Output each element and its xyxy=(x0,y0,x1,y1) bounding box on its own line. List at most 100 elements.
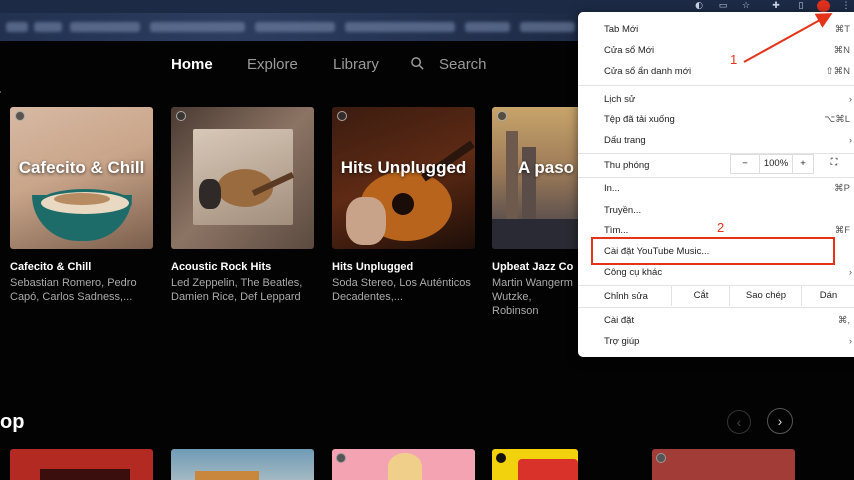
menu-item-new-tab[interactable]: Tab Mới ⌘T xyxy=(578,19,854,39)
menu-item-shortcut: ⌘P xyxy=(834,183,850,194)
menu-item-bookmarks[interactable]: Dấu trang › xyxy=(578,130,854,150)
playlist-card[interactable]: Hits Unplugged Hits Unplugged Soda Stere… xyxy=(332,107,475,304)
playlist-thumbnail[interactable] xyxy=(171,449,314,480)
annotation-highlight-box xyxy=(591,237,835,265)
menu-item-shortcut: ⌘F xyxy=(834,225,850,236)
menu-item-label: Cửa sổ ẩn danh mới xyxy=(604,66,692,77)
bookmark-item[interactable] xyxy=(520,22,575,32)
menu-item-label: Chỉnh sửa xyxy=(604,291,648,302)
bookmark-item[interactable] xyxy=(70,22,140,32)
radio-badge-icon xyxy=(656,453,666,463)
menu-item-label: Tệp đã tải xuống xyxy=(604,114,675,125)
playlist-thumbnail[interactable] xyxy=(332,449,475,480)
menu-item-label: Thu phóng xyxy=(604,160,650,171)
sidepanel-icon[interactable]: ▯ xyxy=(795,0,807,12)
playlist-card[interactable]: A paso jazz Upbeat Jazz Co Martin Wanger… xyxy=(492,107,578,318)
menu-item-label: Công cụ khác xyxy=(604,267,663,278)
bookmark-item[interactable] xyxy=(255,22,335,32)
card-title[interactable]: Acoustic Rock Hits xyxy=(171,261,314,273)
menu-item-history[interactable]: Lịch sử › xyxy=(578,89,854,109)
card-subtitle: Sebastian Romero, Pedro Capó, Carlos Sad… xyxy=(10,277,137,303)
chevron-right-icon: › xyxy=(848,267,852,278)
annotation-number-1: 1 xyxy=(730,52,738,67)
card-title[interactable]: Upbeat Jazz Co xyxy=(492,261,578,273)
top-nav: Home Explore Library Search xyxy=(0,41,578,87)
card-subtitle: Martin Wangerm Wutzke, Robinson xyxy=(492,277,573,317)
playlist-card[interactable]: Acoustic Rock Hits Led Zeppelin, The Bea… xyxy=(171,107,314,304)
playlist-thumbnail[interactable] xyxy=(10,449,153,480)
menu-item-cast[interactable]: Truyền... xyxy=(578,200,854,220)
menu-separator xyxy=(578,85,854,86)
carousel-next-button[interactable]: › xyxy=(767,408,793,434)
nav-library[interactable]: Library xyxy=(333,56,379,73)
menu-item-new-window[interactable]: Cửa sổ Mới ⌘N xyxy=(578,40,854,60)
zoom-out-button[interactable]: − xyxy=(730,154,760,174)
nav-home[interactable]: Home xyxy=(171,56,213,73)
menu-item-label: Cài đặt xyxy=(604,315,635,326)
menu-item-label: Dấu trang xyxy=(604,135,646,146)
radio-badge-icon xyxy=(496,453,506,463)
nav-explore[interactable]: Explore xyxy=(247,56,298,73)
card-subtitle: Soda Stereo, Los Auténticos Decadentes,.… xyxy=(332,277,471,303)
menu-item-edit: Chỉnh sửa Cắt Sao chép Dán xyxy=(578,286,854,306)
card-subtitle: Led Zeppelin, The Beatles, Damien Rice, … xyxy=(171,277,303,303)
cut-button[interactable]: Cắt xyxy=(671,286,730,306)
bookmark-item[interactable] xyxy=(34,22,62,32)
thumbnail-text: A paso jazz xyxy=(518,158,578,177)
bookmark-star-icon[interactable]: ☆ xyxy=(740,0,752,12)
menu-item-zoom: Thu phóng − 100% + ⛶ xyxy=(578,154,854,175)
menu-item-settings[interactable]: Cài đặt ⌘, xyxy=(578,310,854,330)
chevron-right-icon: › xyxy=(848,135,852,146)
section-title: op xyxy=(0,411,25,433)
menu-item-shortcut: ⌥⌘L xyxy=(824,114,850,125)
profile-avatar[interactable] xyxy=(817,0,830,12)
chrome-main-menu: Tab Mới ⌘T Cửa sổ Mới ⌘N Cửa sổ ẩn danh … xyxy=(578,12,854,357)
menu-item-print[interactable]: In... ⌘P xyxy=(578,178,854,198)
carousel-prev-button[interactable]: ‹ xyxy=(727,410,751,434)
menu-item-label: Lịch sử xyxy=(604,94,636,105)
menu-separator xyxy=(578,307,854,308)
card-title[interactable]: Cafecito & Chill xyxy=(10,261,153,273)
radio-badge-icon xyxy=(497,111,507,121)
playlist-thumbnail[interactable] xyxy=(171,107,314,249)
copy-button[interactable]: Sao chép xyxy=(729,286,802,306)
menu-item-downloads[interactable]: Tệp đã tải xuống ⌥⌘L xyxy=(578,109,854,129)
playlist-thumbnail[interactable]: Hits Unplugged xyxy=(332,107,475,249)
bookmark-item[interactable] xyxy=(6,22,28,32)
menu-item-label: Tìm... xyxy=(604,225,629,236)
fullscreen-icon[interactable]: ⛶ xyxy=(820,154,848,174)
nav-search[interactable]: Search xyxy=(439,56,487,73)
playlist-thumbnail[interactable]: A paso jazz xyxy=(492,107,578,249)
bookmark-item[interactable] xyxy=(465,22,510,32)
radio-badge-icon xyxy=(337,111,347,121)
bookmarks-bar xyxy=(0,13,578,41)
bookmark-item[interactable] xyxy=(345,22,455,32)
menu-icon-partial[interactable]: › xyxy=(0,83,1,101)
cast-icon[interactable]: ▭ xyxy=(717,0,729,12)
menu-item-incognito[interactable]: Cửa sổ ẩn danh mới ⇧⌘N xyxy=(578,61,854,81)
radio-badge-icon xyxy=(336,453,346,463)
menu-item-label: In... xyxy=(604,183,620,194)
chrome-menu-kebab-icon[interactable]: ⋮ xyxy=(840,0,852,12)
menu-item-help[interactable]: Trợ giúp › xyxy=(578,331,854,351)
playlist-thumbnail[interactable] xyxy=(492,449,578,480)
extensions-puzzle-icon[interactable]: ✚ xyxy=(770,0,782,12)
chevron-right-icon: › xyxy=(848,94,852,105)
menu-item-shortcut: ⇧⌘N xyxy=(825,66,850,77)
playlist-thumbnail[interactable]: Cafecito & Chill xyxy=(10,107,153,249)
menu-item-label: Tab Mới xyxy=(604,24,639,35)
playlist-thumbnail[interactable] xyxy=(652,449,795,480)
radio-badge-icon xyxy=(15,111,25,121)
google-account-icon[interactable]: ◐ xyxy=(693,0,705,12)
menu-item-shortcut: ⌘N xyxy=(833,45,850,56)
zoom-in-button[interactable]: + xyxy=(792,154,814,174)
bookmark-item[interactable] xyxy=(150,22,245,32)
menu-item-label: Cửa sổ Mới xyxy=(604,45,655,56)
menu-item-more-tools[interactable]: Công cụ khác › xyxy=(578,262,854,282)
card-title[interactable]: Hits Unplugged xyxy=(332,261,475,273)
chevron-right-icon: › xyxy=(848,336,852,347)
playlist-card[interactable]: Cafecito & Chill Cafecito & Chill Sebast… xyxy=(10,107,153,304)
menu-item-label: Truyền... xyxy=(604,205,642,216)
search-icon[interactable] xyxy=(410,56,425,71)
paste-button[interactable]: Dán xyxy=(801,286,854,306)
